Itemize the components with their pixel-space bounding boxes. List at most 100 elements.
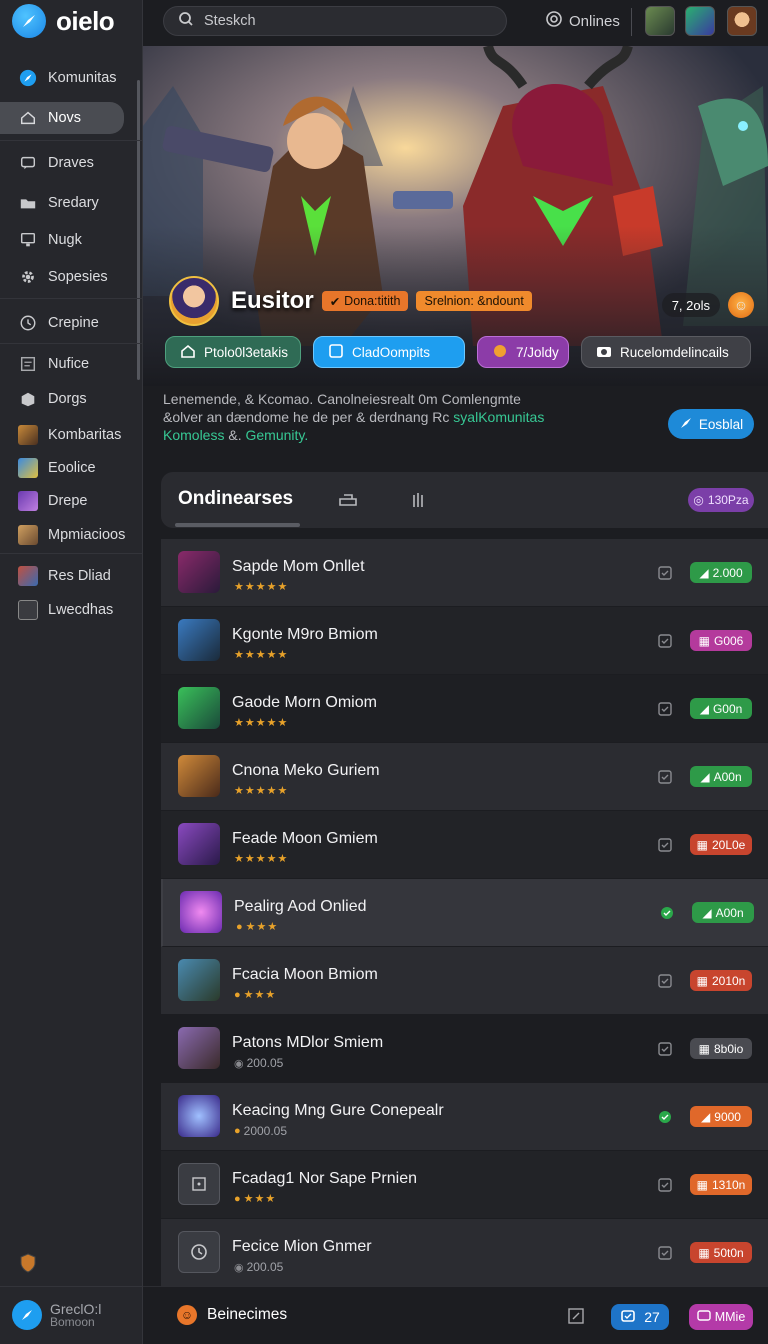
list-item[interactable]: Sapde Mom Onllet ★★★★★ ◢ 2.000	[161, 539, 768, 607]
gear-icon	[18, 267, 38, 287]
list-item[interactable]: Kgonte M9ro Bmiom ★★★★★ ▦ G006	[161, 607, 768, 675]
check-icon[interactable]	[658, 566, 672, 580]
price-pill[interactable]: ▦ 2010n	[690, 970, 752, 991]
online-status[interactable]: Onlines	[545, 10, 620, 32]
bottom-status[interactable]: ☺ Beinecimes	[177, 1305, 287, 1325]
clock-icon	[178, 1231, 220, 1273]
price-pill[interactable]: ▦ 50t0n	[690, 1242, 752, 1263]
price-pill[interactable]: ▦ 8b0io	[690, 1038, 752, 1059]
list-item[interactable]: Patons MDlor Smiem ◉ 200.05 ▦ 8b0io	[161, 1015, 768, 1083]
sidebar-item-label: Crepine	[48, 315, 99, 331]
sidebar-item-crepine[interactable]: Crepine	[0, 307, 140, 339]
shield-icon[interactable]	[19, 1253, 37, 1273]
check-icon[interactable]	[658, 634, 672, 648]
sidebar-item-novs[interactable]: Novs	[0, 102, 124, 134]
game-thumb-icon	[178, 687, 220, 729]
rating-stars: ★★★★★	[234, 717, 289, 729]
price-pill[interactable]: ▦ G006	[690, 630, 752, 651]
price-pill[interactable]: ◢ 2.000	[690, 562, 752, 583]
price-pill[interactable]: ◢ A00n	[690, 766, 752, 787]
list-item[interactable]: Fecice Mion Gnmer ◉ 200.05 ▦ 50t0n	[161, 1219, 768, 1287]
search-input[interactable]: Steskch	[163, 6, 507, 36]
check-icon[interactable]	[658, 702, 672, 716]
sidebar: oielo Komunitas Novs Draves Sredary Nugk…	[0, 0, 143, 1344]
enroll-button[interactable]: Eosblal	[668, 409, 754, 439]
tabs-badge[interactable]: ◎ 130Pza	[688, 488, 754, 512]
price-pill[interactable]: ▦ 1310n	[690, 1174, 752, 1195]
hero-tag[interactable]: Srelnion: &ndount	[416, 291, 532, 311]
coin-icon	[492, 343, 508, 362]
game-thumb-icon	[178, 823, 220, 865]
list-item[interactable]: Fcadag1 Nor Sape Prnien ● ★★★ ▦ 1310n	[161, 1151, 768, 1219]
grid-icon: ▦	[698, 1245, 710, 1260]
price-pill[interactable]: ◢ G00n	[690, 698, 752, 719]
message-pill[interactable]: MMie	[689, 1304, 753, 1330]
sidebar-item-label: Mpmiacioos	[48, 527, 126, 543]
count-pill[interactable]: 27	[611, 1304, 669, 1330]
tab-active[interactable]: Ondinearses	[178, 488, 293, 510]
hero-button-3[interactable]: 7/Joldy	[477, 336, 569, 368]
tray-icon[interactable]	[337, 489, 359, 511]
hand-icon[interactable]	[407, 489, 429, 511]
sidebar-item-label: Eoolice	[48, 460, 96, 476]
sidebar-item-lwecdhas[interactable]: Lwecdhas	[0, 594, 140, 626]
sidebar-item-dorgs[interactable]: Dorgs	[0, 383, 140, 415]
list-item[interactable]: Cnona Meko Guriem ★★★★★ ◢ A00n	[161, 743, 768, 811]
game-thumb-icon	[178, 551, 220, 593]
sidebar-item-nufice[interactable]: Nufice	[0, 348, 140, 380]
hero-count[interactable]: 7, 2ols ☺	[661, 292, 754, 318]
check-icon[interactable]	[658, 974, 672, 988]
price-pill[interactable]: ◢ 9000	[690, 1106, 752, 1127]
sidebar-item-drepe[interactable]: Drepe	[0, 485, 140, 517]
sidebar-item-komunitas[interactable]: Komunitas	[0, 62, 140, 94]
sidebar-item-mpmiacioos[interactable]: Mpmiacioos	[0, 519, 140, 551]
game-avatar[interactable]	[169, 276, 219, 326]
sidebar-item-res-dliad[interactable]: Res Dliad	[0, 560, 140, 592]
list-item-selected[interactable]: Pealirg Aod Onlied ● ★★★ ◢ A00n	[161, 879, 768, 947]
sidebar-item-kombaritas[interactable]: Kombaritas	[0, 419, 140, 451]
list-item-title: Cnona Meko Guriem	[232, 762, 380, 779]
sidebar-item-nugk[interactable]: Nugk	[0, 224, 140, 256]
game-thumb-icon	[178, 619, 220, 661]
sidebar-footer[interactable]: GreclO:l Bomoon	[12, 1300, 101, 1330]
chat-icon	[18, 153, 38, 173]
square-icon	[178, 1163, 220, 1205]
sidebar-item-label: Kombaritas	[48, 427, 122, 443]
price-pill[interactable]: ▦ 20L0e	[690, 834, 752, 855]
avatar[interactable]	[685, 6, 715, 36]
list-item[interactable]: Keacing Mng Gure Conepealr ● 2000.05 ◢ 900…	[161, 1083, 768, 1151]
sidebar-item-sopesies[interactable]: Sopesies	[0, 261, 140, 293]
sidebar-item-sredary[interactable]: Sredary	[0, 187, 140, 219]
list-item[interactable]: Feade Moon Gmiem ★★★★★ ▦ 20L0e	[161, 811, 768, 879]
hero-button-1[interactable]: Ptolo0l3etakis	[165, 336, 301, 368]
list-item[interactable]: Gaode Morn Omiom ★★★★★ ◢ G00n	[161, 675, 768, 743]
check-icon[interactable]	[658, 1246, 672, 1260]
check-circle-icon[interactable]	[658, 1110, 672, 1124]
sidebar-item-eoolice[interactable]: Eoolice	[0, 452, 140, 484]
avatar[interactable]	[727, 6, 757, 36]
price-pill[interactable]: ◢ A00n	[692, 902, 754, 923]
hero-button-2[interactable]: CladOompits	[313, 336, 465, 368]
rating-stars: ★★★★★	[234, 649, 289, 661]
sidebar-item-label: Nugk	[48, 232, 82, 248]
coin-icon: ●	[234, 1192, 242, 1205]
sidebar-item-draves[interactable]: Draves	[0, 147, 140, 179]
game-thumb-icon	[180, 891, 222, 933]
check-icon[interactable]	[658, 1042, 672, 1056]
avatar[interactable]	[645, 6, 675, 36]
check-icon[interactable]	[658, 838, 672, 852]
check-circle-icon[interactable]	[660, 906, 674, 920]
description-line: Komoless &. Gemunity.	[163, 427, 309, 443]
hero-button-4[interactable]: Rucelomdelincails	[581, 336, 751, 368]
sidebar-divider	[0, 1286, 143, 1287]
list-item-title: Pealirg Aod Onlied	[234, 898, 367, 915]
sidebar-item-label: Draves	[48, 155, 94, 171]
list-item-title: Kgonte M9ro Bmiom	[232, 626, 378, 643]
app-logo[interactable]: oielo	[12, 4, 115, 38]
list-item[interactable]: Fcacia Moon Bmiom ● ★★★ ▦ 2010n	[161, 947, 768, 1015]
expand-icon[interactable]	[567, 1307, 585, 1325]
game-thumb-icon	[18, 458, 38, 478]
check-icon[interactable]	[658, 770, 672, 784]
hero-tag[interactable]: ✔ Dona:titith	[321, 291, 409, 311]
check-icon[interactable]	[658, 1178, 672, 1192]
